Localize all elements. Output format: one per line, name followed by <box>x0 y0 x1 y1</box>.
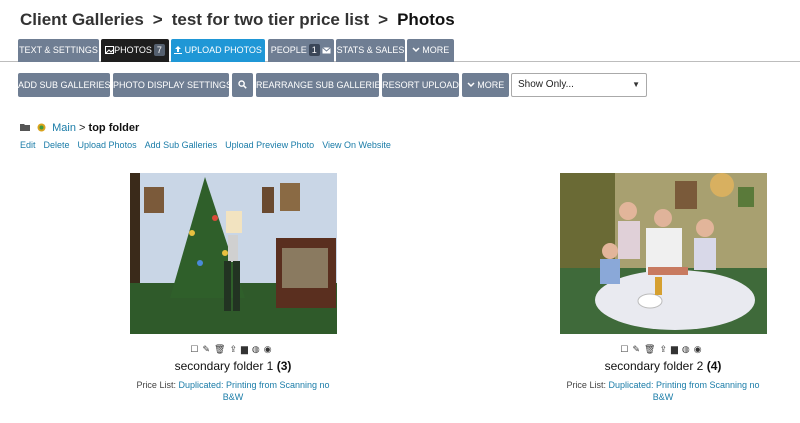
gallery-count: (3) <box>276 359 292 373</box>
add-sub-galleries-button[interactable]: ADD SUB GALLERIES <box>18 73 111 97</box>
eye-icon[interactable]: ◉ <box>264 344 276 354</box>
tab-label: UPLOAD PHOTOS <box>184 45 262 55</box>
tab-upload-photos[interactable]: UPLOAD PHOTOS <box>171 39 265 62</box>
more-label: MORE <box>477 80 505 90</box>
people-count-badge: 1 <box>308 44 320 56</box>
tab-more[interactable]: MORE <box>407 39 454 62</box>
upload-icon[interactable]: ⇪ <box>229 344 241 354</box>
folder-icon[interactable]: ▆ <box>671 344 682 354</box>
resort-upload-button[interactable]: RESORT UPLOAD <box>382 73 459 97</box>
trash-icon[interactable]: 🗑 <box>644 344 659 354</box>
gallery-card: ☐✎🗑⇪▆◍◉ secondary folder 1 (3) Price Lis… <box>103 173 363 403</box>
photos-count-badge: 7 <box>153 44 165 56</box>
edit-link[interactable]: Edit <box>20 140 36 150</box>
more-button[interactable]: MORE <box>462 73 509 97</box>
folder-icon[interactable]: ▆ <box>241 344 252 354</box>
breadcrumb: Client Galleries > test for two tier price… <box>20 10 455 30</box>
tab-label: PEOPLE <box>270 45 307 55</box>
price-list-label: Price List: <box>566 380 606 390</box>
page-title: Photos <box>397 10 455 29</box>
trash-icon[interactable]: 🗑 <box>214 344 229 354</box>
globe-icon[interactable]: ◍ <box>682 344 694 354</box>
gallery-title[interactable]: secondary folder 1 (3) <box>103 359 363 373</box>
view-on-website-link[interactable]: View On Website <box>322 140 391 150</box>
search-icon <box>238 80 247 89</box>
tab-label: STATS & SALES <box>336 45 405 55</box>
pencil-icon[interactable]: ✎ <box>632 344 644 354</box>
pencil-icon[interactable]: ✎ <box>202 344 214 354</box>
tab-label: TEXT & SETTINGS <box>19 45 98 55</box>
folder-open-icon <box>20 124 30 131</box>
mail-icon <box>322 47 332 54</box>
home-icon <box>37 123 46 132</box>
price-list-link-cont[interactable]: B&W <box>223 392 244 402</box>
folder-breadcrumb: Main > top folder <box>20 122 139 134</box>
gallery-thumbnail[interactable] <box>559 173 767 334</box>
upload-preview-photo-link[interactable]: Upload Preview Photo <box>225 140 314 150</box>
price-list: Price List: Duplicated: Printing from Sc… <box>103 379 363 403</box>
price-list: Price List: Duplicated: Printing from Sc… <box>533 379 793 403</box>
show-only-select[interactable]: Show Only... ▼ <box>511 73 647 97</box>
rearrange-sub-galleries-button[interactable]: REARRANGE SUB GALLERIES <box>256 73 387 97</box>
checkbox-icon[interactable]: ☐ <box>190 344 202 354</box>
folder-actions: Edit Delete Upload Photos Add Sub Galleries… <box>20 140 399 150</box>
checkbox-icon[interactable]: ☐ <box>620 344 632 354</box>
current-folder: top folder <box>88 122 140 134</box>
price-list-link[interactable]: Duplicated: Printing from Scanning no <box>178 380 329 390</box>
gallery-name: secondary folder 1 <box>174 359 274 373</box>
upload-photos-link[interactable]: Upload Photos <box>78 140 137 150</box>
tab-photos[interactable]: PHOTOS 7 <box>101 39 169 62</box>
upload-icon <box>174 46 183 54</box>
delete-link[interactable]: Delete <box>44 140 70 150</box>
breadcrumb-separator: > <box>152 10 163 29</box>
tab-label: MORE <box>422 45 450 55</box>
gallery-title[interactable]: secondary folder 2 (4) <box>533 359 793 373</box>
price-list-link-cont[interactable]: B&W <box>653 392 674 402</box>
photo-display-settings-button[interactable]: PHOTO DISPLAY SETTINGS <box>113 73 232 97</box>
gallery-card-icons: ☐✎🗑⇪▆◍◉ <box>103 344 363 356</box>
tab-text-settings[interactable]: TEXT & SETTINGS <box>18 39 99 62</box>
chevron-down-icon <box>412 47 420 53</box>
gallery-icon <box>105 46 115 54</box>
breadcrumb-separator: > <box>378 10 389 29</box>
tab-label: PHOTOS <box>114 45 152 55</box>
gallery-name: secondary folder 2 <box>604 359 704 373</box>
show-only-value: Show Only... <box>518 79 574 90</box>
chevron-down-icon: ▼ <box>632 80 640 89</box>
gallery-card: ☐✎🗑⇪▆◍◉ secondary folder 2 (4) Price Lis… <box>533 173 793 403</box>
toolbar: ADD SUB GALLERIES PHOTO DISPLAY SETTINGS… <box>0 73 800 97</box>
tab-bar: TEXT & SETTINGS PHOTOS 7 UPLOAD PHOTOS PE… <box>0 39 800 62</box>
gallery-card-icons: ☐✎🗑⇪▆◍◉ <box>533 344 793 356</box>
search-button[interactable] <box>232 73 253 97</box>
price-list-label: Price List: <box>136 380 176 390</box>
eye-icon[interactable]: ◉ <box>694 344 706 354</box>
chevron-down-icon <box>467 82 475 88</box>
price-list-link[interactable]: Duplicated: Printing from Scanning no <box>608 380 759 390</box>
gallery-thumbnail[interactable] <box>129 173 337 334</box>
upload-icon[interactable]: ⇪ <box>659 344 671 354</box>
gallery-count: (4) <box>706 359 722 373</box>
folder-separator: > <box>79 122 86 134</box>
tab-people[interactable]: PEOPLE 1 <box>268 39 334 62</box>
folder-main-link[interactable]: Main <box>52 122 76 134</box>
breadcrumb-client-galleries[interactable]: Client Galleries <box>20 10 144 29</box>
breadcrumb-gallery[interactable]: test for two tier price list <box>172 10 369 29</box>
globe-icon[interactable]: ◍ <box>252 344 264 354</box>
tab-stats-sales[interactable]: STATS & SALES <box>336 39 405 62</box>
add-sub-galleries-link[interactable]: Add Sub Galleries <box>145 140 218 150</box>
